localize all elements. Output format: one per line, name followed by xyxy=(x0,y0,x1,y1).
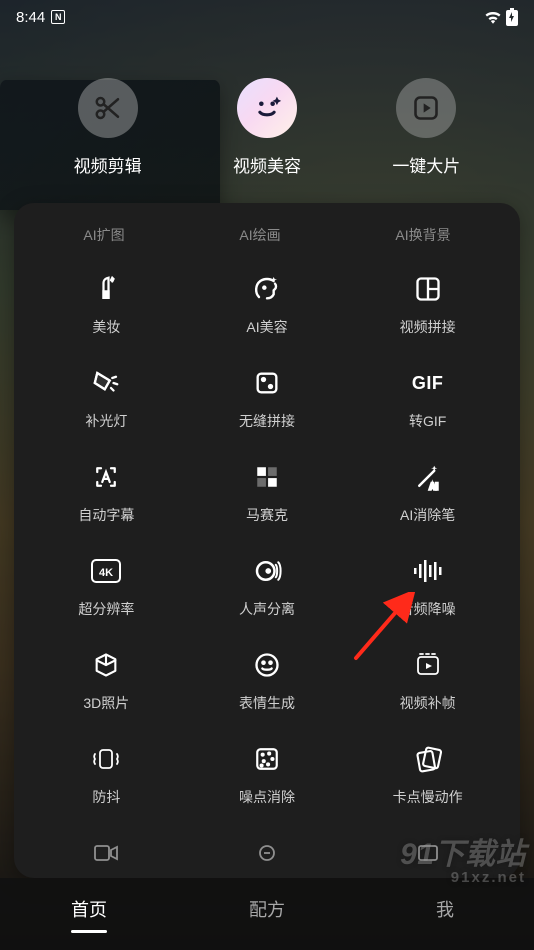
face-icon xyxy=(237,78,297,138)
feature-ai-beauty[interactable]: AI美容 xyxy=(189,273,346,337)
4k-icon: 4K xyxy=(90,555,122,587)
feature-voice-separate[interactable]: 人声分离 xyxy=(189,555,346,619)
battery-icon xyxy=(506,8,518,26)
feature-audio-denoise-label: 音频降噪 xyxy=(400,599,456,619)
feature-super-res-label: 超分辨率 xyxy=(78,599,134,619)
feature-3d-photo[interactable]: 3D照片 xyxy=(28,649,185,713)
feature-super-res[interactable]: 4K 超分辨率 xyxy=(28,555,185,619)
nav-home-label: 首页 xyxy=(71,900,107,920)
dice-icon xyxy=(251,367,283,399)
subtab-ai-draw[interactable]: AI绘画 xyxy=(235,219,284,251)
feature-makeup-label: 美妆 xyxy=(92,317,120,337)
tab-one-click[interactable]: 一键大片 xyxy=(392,78,460,177)
more-icon-2 xyxy=(251,837,283,869)
feature-more-1[interactable] xyxy=(28,837,185,869)
status-right xyxy=(484,8,518,26)
tab-video-beauty-label: 视频美容 xyxy=(233,152,301,177)
feature-fill-light[interactable]: 补光灯 xyxy=(28,367,185,431)
collage-icon xyxy=(412,273,444,305)
emoji-icon xyxy=(251,649,283,681)
svg-text:AI: AI xyxy=(429,482,438,492)
subtitle-icon xyxy=(90,461,122,493)
feature-slow-mo-label: 卡点慢动作 xyxy=(393,787,463,807)
wand-icon: AI xyxy=(412,461,444,493)
top-tabs: 视频剪辑 视频美容 一键大片 xyxy=(0,34,534,197)
noise-icon xyxy=(251,743,283,775)
sub-tabs: AI扩图 AI绘画 AI换背景 xyxy=(22,219,512,255)
feature-auto-subtitle[interactable]: 自动字幕 xyxy=(28,461,185,525)
feature-to-gif-label: 转GIF xyxy=(409,411,446,431)
feature-makeup[interactable]: 美妆 xyxy=(28,273,185,337)
nav-home[interactable]: 首页 xyxy=(0,888,178,941)
scissors-icon xyxy=(78,78,138,138)
play-box-icon xyxy=(396,78,456,138)
cards-icon xyxy=(412,743,444,775)
audio-bars-icon xyxy=(412,555,444,587)
feature-ai-erase-label: AI消除笔 xyxy=(400,505,455,525)
ai-face-icon xyxy=(251,273,283,305)
voice-icon xyxy=(251,555,283,587)
tab-one-click-label: 一键大片 xyxy=(392,152,460,177)
feature-video-stitch[interactable]: 视频拼接 xyxy=(349,273,506,337)
feature-anti-shake-label: 防抖 xyxy=(92,787,120,807)
nav-recipe-label: 配方 xyxy=(249,900,285,920)
more-icon-1 xyxy=(90,837,122,869)
feature-more-2[interactable] xyxy=(189,837,346,869)
subtab-ai-bg[interactable]: AI换背景 xyxy=(391,219,454,251)
feature-mosaic[interactable]: 马赛克 xyxy=(189,461,346,525)
feature-mosaic-label: 马赛克 xyxy=(246,505,288,525)
feature-grid: 美妆 AI美容 视频拼接 补光灯 xyxy=(22,255,512,869)
svg-text:4K: 4K xyxy=(99,567,113,579)
cube3d-icon xyxy=(90,649,122,681)
feature-auto-subtitle-label: 自动字幕 xyxy=(78,505,134,525)
feature-emoji-gen[interactable]: 表情生成 xyxy=(189,649,346,713)
feature-emoji-gen-label: 表情生成 xyxy=(239,693,295,713)
status-app-indicator: N xyxy=(51,10,65,24)
tab-video-edit[interactable]: 视频剪辑 xyxy=(74,78,142,177)
tab-video-beauty[interactable]: 视频美容 xyxy=(233,78,301,177)
status-bar: 8:44 N xyxy=(0,0,534,34)
tab-video-edit-label: 视频剪辑 xyxy=(74,152,142,177)
feature-ai-beauty-label: AI美容 xyxy=(246,317,287,337)
feature-more-3[interactable] xyxy=(349,837,506,869)
frame-plus-icon xyxy=(412,649,444,681)
feature-seamless-stitch[interactable]: 无缝拼接 xyxy=(189,367,346,431)
feature-audio-denoise[interactable]: 音频降噪 xyxy=(349,555,506,619)
nav-me-label: 我 xyxy=(436,900,454,920)
feature-ai-erase[interactable]: AI AI消除笔 xyxy=(349,461,506,525)
feature-noise-remove[interactable]: 噪点消除 xyxy=(189,743,346,807)
more-icon-3 xyxy=(412,837,444,869)
features-panel: AI扩图 AI绘画 AI换背景 美妆 AI美容 xyxy=(14,203,520,878)
feature-3d-photo-label: 3D照片 xyxy=(83,693,129,713)
nav-recipe[interactable]: 配方 xyxy=(178,888,356,941)
subtab-ai-expand[interactable]: AI扩图 xyxy=(79,219,128,251)
status-time: 8:44 xyxy=(16,9,45,26)
feature-to-gif[interactable]: GIF 转GIF xyxy=(349,367,506,431)
feature-frame-interp[interactable]: 视频补帧 xyxy=(349,649,506,713)
wifi-icon xyxy=(484,10,502,24)
feature-frame-interp-label: 视频补帧 xyxy=(400,693,456,713)
feature-slow-mo[interactable]: 卡点慢动作 xyxy=(349,743,506,807)
light-icon xyxy=(90,367,122,399)
feature-fill-light-label: 补光灯 xyxy=(85,411,127,431)
feature-seamless-stitch-label: 无缝拼接 xyxy=(239,411,295,431)
feature-noise-remove-label: 噪点消除 xyxy=(239,787,295,807)
feature-voice-separate-label: 人声分离 xyxy=(239,599,295,619)
gif-text-icon: GIF xyxy=(412,367,444,399)
lipstick-icon xyxy=(90,273,122,305)
mosaic-icon xyxy=(251,461,283,493)
feature-anti-shake[interactable]: 防抖 xyxy=(28,743,185,807)
nav-me[interactable]: 我 xyxy=(356,888,534,941)
bottom-nav: 首页 配方 我 xyxy=(0,878,534,950)
antishake-icon xyxy=(90,743,122,775)
feature-video-stitch-label: 视频拼接 xyxy=(400,317,456,337)
